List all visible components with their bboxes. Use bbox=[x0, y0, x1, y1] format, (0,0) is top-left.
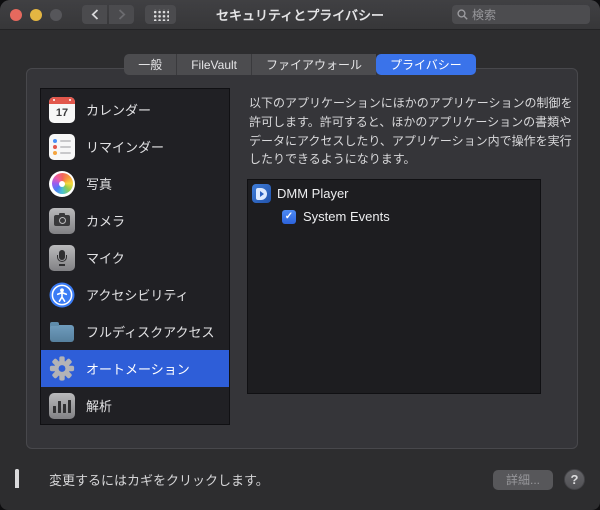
tab-general[interactable]: 一般 bbox=[124, 54, 178, 75]
title-bar: セキュリティとプライバシー bbox=[0, 0, 600, 30]
camera-icon bbox=[49, 207, 75, 234]
sidebar-item-calendar[interactable]: 17 カレンダー bbox=[41, 91, 229, 128]
forward-button-disabled bbox=[109, 5, 134, 24]
sidebar-item-label: アクセシビリティ bbox=[86, 288, 189, 303]
sidebar-item-label: リマインダー bbox=[86, 140, 165, 155]
sidebar-item-analytics[interactable]: 解析 bbox=[41, 387, 229, 424]
sidebar-item-label: オートメーション bbox=[86, 362, 190, 377]
privacy-pane: 17 カレンダー リマインダー 写真 カメラ マイク アクセシビリティ フルディ… bbox=[26, 68, 578, 449]
allowed-apps-list: DMM Player ✓ System Events bbox=[247, 179, 541, 394]
folder-icon bbox=[49, 319, 75, 345]
sidebar-item-label: カレンダー bbox=[86, 103, 152, 118]
sidebar-item-full-disk-access[interactable]: フルディスクアクセス bbox=[41, 313, 229, 350]
traffic-lights bbox=[10, 8, 62, 21]
sidebar-item-label: フルディスクアクセス bbox=[86, 325, 215, 340]
security-privacy-window: セキュリティとプライバシー 一般 FileVault ファイアウォール プライバ… bbox=[0, 0, 600, 510]
privacy-description: 以下のアプリケーションにほかのアプリケーションの制御を許可します。許可すると、ほ… bbox=[249, 96, 573, 167]
app-name: DMM Player bbox=[277, 186, 349, 201]
tab-filevault[interactable]: FileVault bbox=[177, 54, 253, 75]
chevron-right-icon bbox=[118, 9, 126, 20]
sidebar-item-accessibility[interactable]: アクセシビリティ bbox=[41, 276, 229, 313]
dmm-player-icon bbox=[252, 184, 271, 203]
window-title: セキュリティとプライバシー bbox=[216, 8, 384, 23]
details-button[interactable]: 詳細... bbox=[492, 469, 553, 490]
sidebar-item-reminders[interactable]: リマインダー bbox=[41, 128, 229, 165]
minimize-button[interactable] bbox=[30, 8, 42, 21]
chevron-left-icon bbox=[90, 9, 98, 20]
sidebar-item-camera[interactable]: カメラ bbox=[41, 202, 229, 239]
app-row-dmm-player[interactable]: DMM Player bbox=[252, 184, 540, 203]
help-button[interactable]: ? bbox=[564, 469, 585, 490]
sidebar-item-label: カメラ bbox=[86, 214, 126, 229]
system-events-checkbox[interactable]: ✓ bbox=[282, 209, 296, 224]
show-all-button[interactable] bbox=[145, 5, 176, 24]
lock-icon[interactable] bbox=[15, 468, 39, 489]
reminders-icon bbox=[49, 133, 75, 160]
privacy-service-list: 17 カレンダー リマインダー 写真 カメラ マイク アクセシビリティ フルディ… bbox=[40, 88, 230, 425]
tab-firewall[interactable]: ファイアウォール bbox=[252, 54, 377, 75]
lock-hint-text: 変更するにはカギをクリックします。 bbox=[49, 473, 269, 488]
sidebar-item-label: マイク bbox=[86, 251, 125, 266]
history-nav bbox=[82, 5, 134, 24]
footer-bar: 変更するにはカギをクリックします。 詳細... ? bbox=[0, 449, 600, 510]
sidebar-item-photos[interactable]: 写真 bbox=[41, 165, 229, 202]
sidebar-item-microphone[interactable]: マイク bbox=[41, 239, 229, 276]
tab-privacy[interactable]: プライバシー bbox=[376, 54, 476, 75]
calendar-icon: 17 bbox=[49, 96, 75, 123]
back-button[interactable] bbox=[82, 5, 107, 24]
zoom-button-disabled bbox=[50, 8, 62, 21]
accessibility-icon bbox=[49, 282, 75, 308]
microphone-icon bbox=[49, 244, 75, 271]
search-field[interactable] bbox=[452, 5, 590, 24]
close-button[interactable] bbox=[10, 8, 22, 21]
app-child-row-system-events: ✓ System Events bbox=[282, 209, 540, 224]
photos-icon bbox=[49, 170, 75, 197]
sidebar-item-automation[interactable]: オートメーション bbox=[41, 350, 229, 387]
search-input[interactable] bbox=[472, 7, 585, 22]
sidebar-item-label: 写真 bbox=[86, 177, 113, 192]
search-icon bbox=[457, 9, 468, 20]
analytics-icon bbox=[49, 392, 75, 419]
gear-icon bbox=[49, 356, 75, 382]
child-app-name: System Events bbox=[303, 209, 390, 224]
sidebar-item-label: 解析 bbox=[86, 399, 113, 414]
tab-bar: 一般 FileVault ファイアウォール プライバシー bbox=[0, 54, 600, 75]
grid-icon bbox=[152, 8, 169, 21]
